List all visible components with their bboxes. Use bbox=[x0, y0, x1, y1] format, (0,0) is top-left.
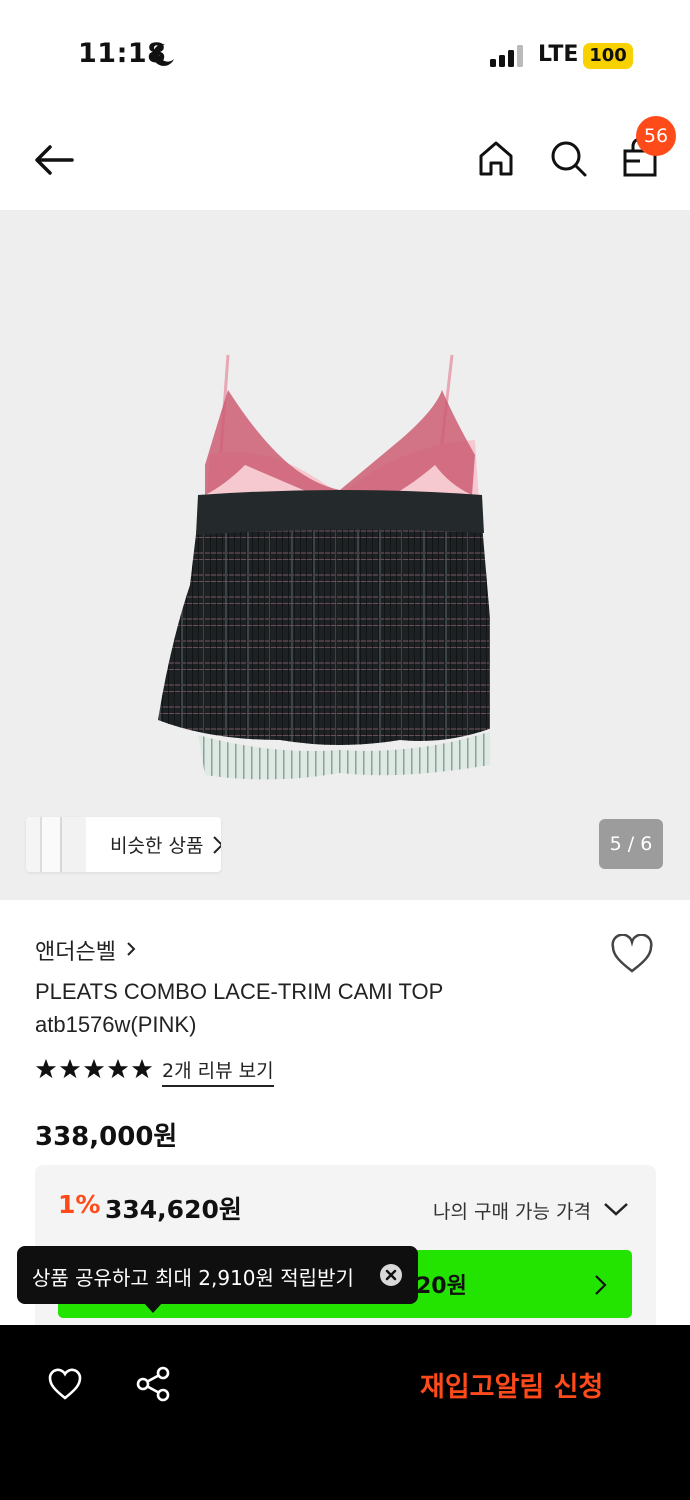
original-price: 338,000원 bbox=[35, 1122, 178, 1152]
star-rating bbox=[35, 1058, 153, 1082]
status-bar: 11:18 LTE 100 bbox=[0, 0, 690, 100]
coupon-amount: 20원 bbox=[416, 1274, 467, 1299]
restock-alert-button[interactable]: 재입고알림 신청 bbox=[420, 1365, 603, 1404]
signal-icon bbox=[490, 45, 523, 67]
chevron-right-icon bbox=[595, 1275, 607, 1295]
product-title: PLEATS COMBO LACE-TRIM CAMI TOP atb1576w… bbox=[35, 975, 595, 1041]
product-title-line-1: PLEATS COMBO LACE-TRIM CAMI TOP bbox=[35, 979, 444, 1004]
bottom-action-bar: 재입고알림 신청 bbox=[0, 1325, 690, 1500]
star-icon bbox=[107, 1058, 129, 1079]
battery-indicator: 100 bbox=[583, 43, 633, 69]
network-label: LTE bbox=[538, 42, 579, 67]
close-icon[interactable] bbox=[379, 1263, 403, 1287]
similar-products-label: 비슷한 상품 bbox=[110, 835, 204, 857]
product-title-line-2: atb1576w(PINK) bbox=[35, 1012, 197, 1037]
heart-icon[interactable] bbox=[610, 934, 654, 974]
home-icon[interactable] bbox=[476, 138, 516, 178]
chevron-right-icon bbox=[213, 836, 221, 854]
similar-product-thumbnail bbox=[26, 817, 86, 872]
cart-count-badge: 56 bbox=[636, 116, 676, 156]
star-icon bbox=[35, 1058, 57, 1079]
chevron-down-icon[interactable] bbox=[603, 1201, 629, 1217]
tooltip-pointer bbox=[143, 1302, 163, 1313]
product-image-gallery[interactable]: 비슷한 상품 5 / 6 bbox=[0, 210, 690, 900]
search-icon[interactable] bbox=[548, 138, 588, 178]
star-icon bbox=[131, 1058, 153, 1079]
share-icon[interactable] bbox=[134, 1365, 172, 1403]
similar-products-button[interactable]: 비슷한 상품 bbox=[26, 817, 221, 872]
product-image bbox=[158, 354, 490, 780]
tooltip-text: 상품 공유하고 최대 2,910원 적립받기 bbox=[32, 1266, 354, 1290]
brand-link[interactable]: 앤더슨벨 bbox=[35, 934, 116, 966]
my-price-toggle[interactable]: 나의 구매 가능 가격 bbox=[433, 1197, 591, 1224]
share-reward-tooltip: 상품 공유하고 최대 2,910원 적립받기 bbox=[17, 1246, 418, 1304]
star-icon bbox=[83, 1058, 105, 1079]
review-link[interactable]: 2개 리뷰 보기 bbox=[162, 1056, 274, 1087]
top-navigation bbox=[0, 110, 690, 210]
chevron-right-icon bbox=[127, 942, 136, 956]
moon-icon bbox=[152, 43, 174, 66]
discount-rate: 1% bbox=[58, 1190, 101, 1219]
image-page-counter: 5 / 6 bbox=[599, 819, 663, 869]
wishlist-heart-icon[interactable] bbox=[47, 1367, 83, 1401]
discount-price: 334,620원 bbox=[105, 1195, 242, 1224]
star-icon bbox=[59, 1058, 81, 1079]
back-arrow-icon[interactable] bbox=[32, 138, 76, 182]
